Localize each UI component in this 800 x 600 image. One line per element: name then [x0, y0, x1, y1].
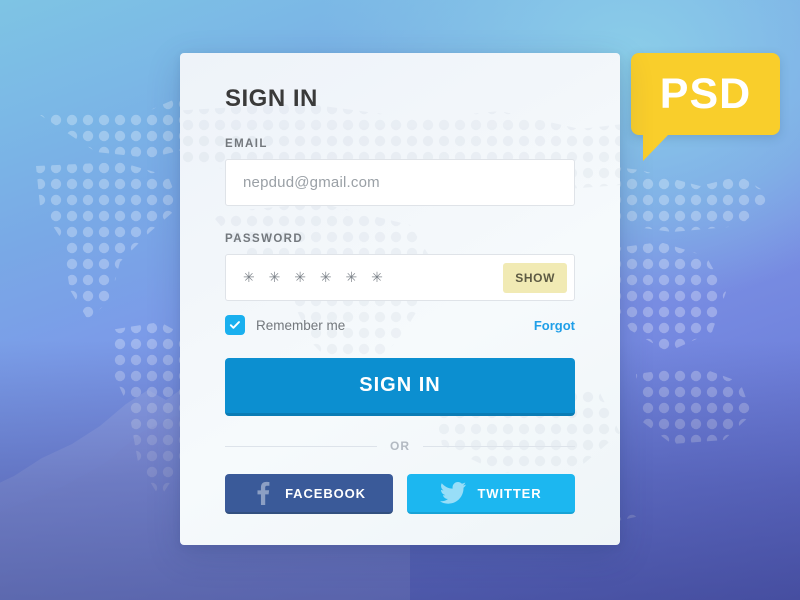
password-input-value[interactable]: ✳ ✳ ✳ ✳ ✳ ✳ [226, 269, 503, 286]
page-title: SIGN IN [225, 85, 318, 112]
sign-in-button[interactable]: SIGN IN [225, 358, 575, 416]
show-password-button[interactable]: SHOW [503, 262, 567, 293]
facebook-login-button[interactable]: FACEBOOK [225, 474, 393, 514]
divider-line-right [423, 445, 575, 447]
twitter-login-button[interactable]: TWITTER [407, 474, 575, 514]
psd-badge: PSD [631, 53, 780, 161]
email-field[interactable]: nepdud@gmail.com [225, 159, 575, 206]
password-field[interactable]: ✳ ✳ ✳ ✳ ✳ ✳ SHOW [225, 254, 575, 301]
facebook-login-label: FACEBOOK [285, 485, 366, 501]
or-divider: OR [225, 439, 575, 453]
email-input-value[interactable]: nepdud@gmail.com [226, 174, 574, 191]
forgot-password-link[interactable]: Forgot [534, 318, 575, 333]
signin-card: SIGN IN EMAIL nepdud@gmail.com PASSWORD … [180, 53, 620, 545]
twitter-login-label: TWITTER [477, 485, 542, 501]
remember-me-checkbox[interactable] [225, 315, 245, 335]
login-screen: PSD SIGN IN EMAIL nepdud@gmail.com PASSW… [0, 0, 800, 600]
facebook-icon [257, 481, 270, 505]
divider-line-left [225, 445, 377, 447]
divider-label: OR [390, 439, 410, 453]
twitter-icon [440, 482, 467, 504]
remember-row: Remember me Forgot [225, 315, 575, 335]
password-label: PASSWORD [225, 233, 304, 245]
check-icon [229, 321, 240, 329]
remember-me-label: Remember me [256, 317, 346, 333]
email-label: EMAIL [225, 138, 268, 150]
social-login-row: FACEBOOK TWITTER [225, 474, 575, 514]
psd-badge-tail [643, 134, 669, 161]
psd-badge-label: PSD [659, 69, 752, 118]
